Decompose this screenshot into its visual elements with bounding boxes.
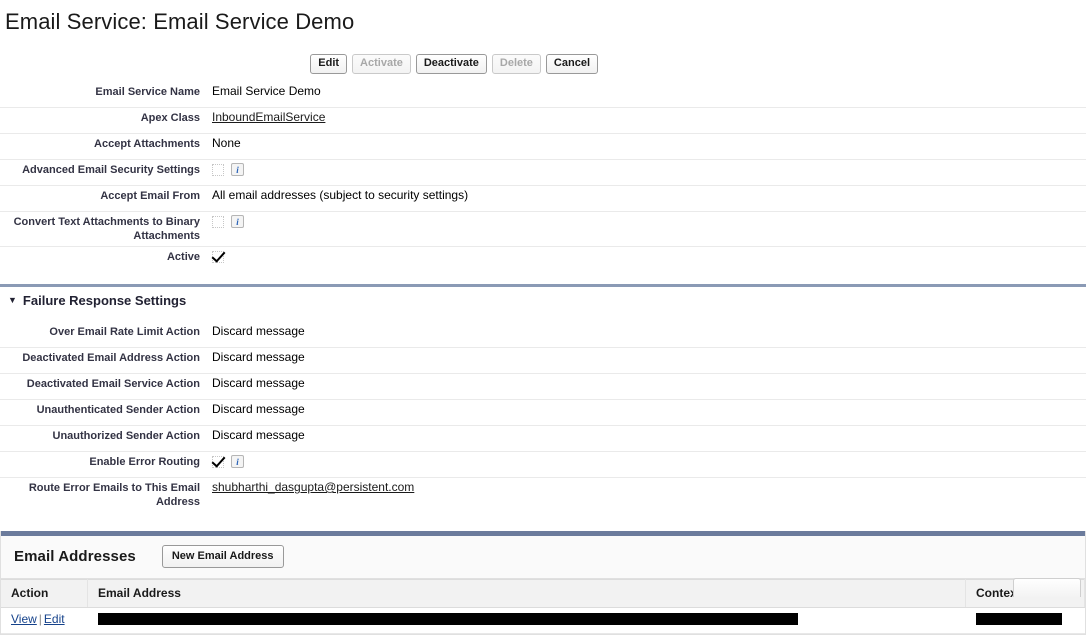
field-value-unauthorized-sender-action: Discard message (212, 428, 305, 442)
detail-row-accept-email-from: Accept Email From All email addresses (s… (0, 186, 1086, 212)
field-value-enable-error-routing: i (200, 454, 244, 469)
column-header-action: Action (1, 579, 88, 608)
info-icon[interactable]: i (231, 455, 244, 468)
advanced-email-security-checkbox (212, 163, 224, 176)
detail-row-route-error-emails: Route Error Emails to This Email Address… (0, 478, 1086, 512)
field-value-unauthenticated-sender-action: Discard message (212, 402, 305, 416)
field-value-route-error-emails: shubharthi_dasgupta@persistent.com (200, 480, 414, 495)
column-header-email-address: Email Address (87, 579, 966, 608)
email-addresses-table: Action Email Address Context User View|E… (1, 579, 1085, 634)
view-link[interactable]: View (11, 612, 37, 626)
field-label-enable-error-routing: Enable Error Routing (89, 456, 200, 468)
deactivate-button[interactable]: Deactivate (415, 54, 487, 74)
field-label-accept-attachments: Accept Attachments (94, 138, 200, 150)
enable-error-routing-checkbox (212, 455, 224, 468)
detail-row-accept-attachments: Accept Attachments None (0, 134, 1086, 160)
field-label-unauthenticated-sender-action: Unauthenticated Sender Action (36, 404, 200, 416)
field-value-accept-attachments: None (212, 136, 241, 150)
detail-row-unauthenticated-sender-action: Unauthenticated Sender Action Discard me… (0, 400, 1086, 426)
failure-response-settings-section: Over Email Rate Limit Action Discard mes… (0, 322, 1086, 512)
chevron-down-icon[interactable]: ▼ (8, 296, 17, 305)
activate-button: Activate (352, 54, 411, 74)
detail-row-deactivated-email-service-action: Deactivated Email Service Action Discard… (0, 374, 1086, 400)
table-row: View | Edit (1, 607, 1085, 634)
detail-row-advanced-email-security-settings: Advanced Email Security Settings i (0, 160, 1086, 186)
detail-row-apex-class: Apex Class InboundEmailService (0, 108, 1086, 134)
email-addresses-panel: Email Addresses New Email Address Action… (0, 531, 1086, 635)
failure-response-settings-header[interactable]: ▼ Failure Response Settings (0, 287, 1086, 314)
apex-class-link[interactable]: InboundEmailService (212, 110, 325, 125)
edit-link[interactable]: Edit (44, 612, 65, 626)
section-title: Failure Response Settings (22, 293, 187, 308)
cell-action: View | Edit (1, 607, 88, 634)
cell-email-address (87, 607, 966, 634)
field-value-deactivated-email-service-action: Discard message (212, 376, 305, 390)
field-label-deactivated-email-address-action: Deactivated Email Address Action (22, 352, 200, 364)
field-label-apex-class: Apex Class (140, 112, 200, 124)
field-label-convert-text-attachments: Convert Text Attachments to Binary Attac… (13, 216, 200, 242)
page-title: Email Service: Email Service Demo (5, 9, 355, 34)
detail-row-over-email-rate-limit-action: Over Email Rate Limit Action Discard mes… (0, 322, 1086, 348)
record-action-toolbar: Edit Activate Deactivate Delete Cancel (0, 54, 1086, 74)
panel-title: Email Addresses (14, 548, 136, 565)
detail-row-deactivated-email-address-action: Deactivated Email Address Action Discard… (0, 348, 1086, 374)
field-label-accept-email-from: Accept Email From (100, 190, 200, 202)
bottom-partial-button[interactable] (1013, 578, 1081, 597)
field-value-active (200, 249, 224, 264)
field-value-email-service-name: Email Service Demo (212, 84, 321, 98)
convert-text-attachments-checkbox (212, 215, 224, 228)
detail-row-unauthorized-sender-action: Unauthorized Sender Action Discard messa… (0, 426, 1086, 452)
field-label-active: Active (166, 251, 200, 263)
field-label-route-error-emails: Route Error Emails to This Email Address (28, 482, 200, 508)
field-label-advanced-email-security-settings: Advanced Email Security Settings (22, 164, 200, 176)
detail-row-convert-text-attachments: Convert Text Attachments to Binary Attac… (0, 212, 1086, 247)
route-error-email-link[interactable]: shubharthi_dasgupta@persistent.com (212, 480, 414, 495)
detail-row-email-service-name: Email Service Name Email Service Demo (0, 82, 1086, 108)
field-label-email-service-name: Email Service Name (95, 86, 200, 98)
info-icon[interactable]: i (231, 163, 244, 176)
field-label-deactivated-email-service-action: Deactivated Email Service Action (26, 378, 200, 390)
delete-button: Delete (491, 54, 541, 74)
cell-context-user (965, 607, 1085, 634)
field-label-unauthorized-sender-action: Unauthorized Sender Action (52, 430, 201, 442)
field-value-deactivated-email-address-action: Discard message (212, 350, 305, 364)
email-service-detail-section: Email Service Name Email Service Demo Ap… (0, 82, 1086, 272)
table-header-row: Action Email Address Context User (1, 579, 1085, 608)
field-label-over-email-rate-limit-action: Over Email Rate Limit Action (49, 326, 200, 338)
field-value-over-email-rate-limit-action: Discard message (212, 324, 305, 338)
detail-row-enable-error-routing: Enable Error Routing i (0, 452, 1086, 478)
field-value-advanced-email-security-settings: i (200, 162, 244, 177)
new-email-address-button[interactable]: New Email Address (161, 545, 284, 568)
cancel-button[interactable]: Cancel (545, 54, 598, 74)
field-value-convert-text-attachments: i (200, 214, 244, 229)
action-separator: | (38, 612, 42, 626)
redaction-bar-context-user (975, 612, 1062, 625)
info-icon[interactable]: i (231, 215, 244, 228)
field-value-accept-email-from: All email addresses (subject to security… (212, 188, 469, 202)
detail-row-active: Active (0, 247, 1086, 272)
active-checkbox (212, 250, 224, 263)
edit-button[interactable]: Edit (310, 54, 348, 74)
email-addresses-panel-header: Email Addresses New Email Address (1, 536, 1085, 579)
field-value-apex-class: InboundEmailService (200, 110, 325, 125)
redaction-bar-email-address (97, 612, 798, 625)
